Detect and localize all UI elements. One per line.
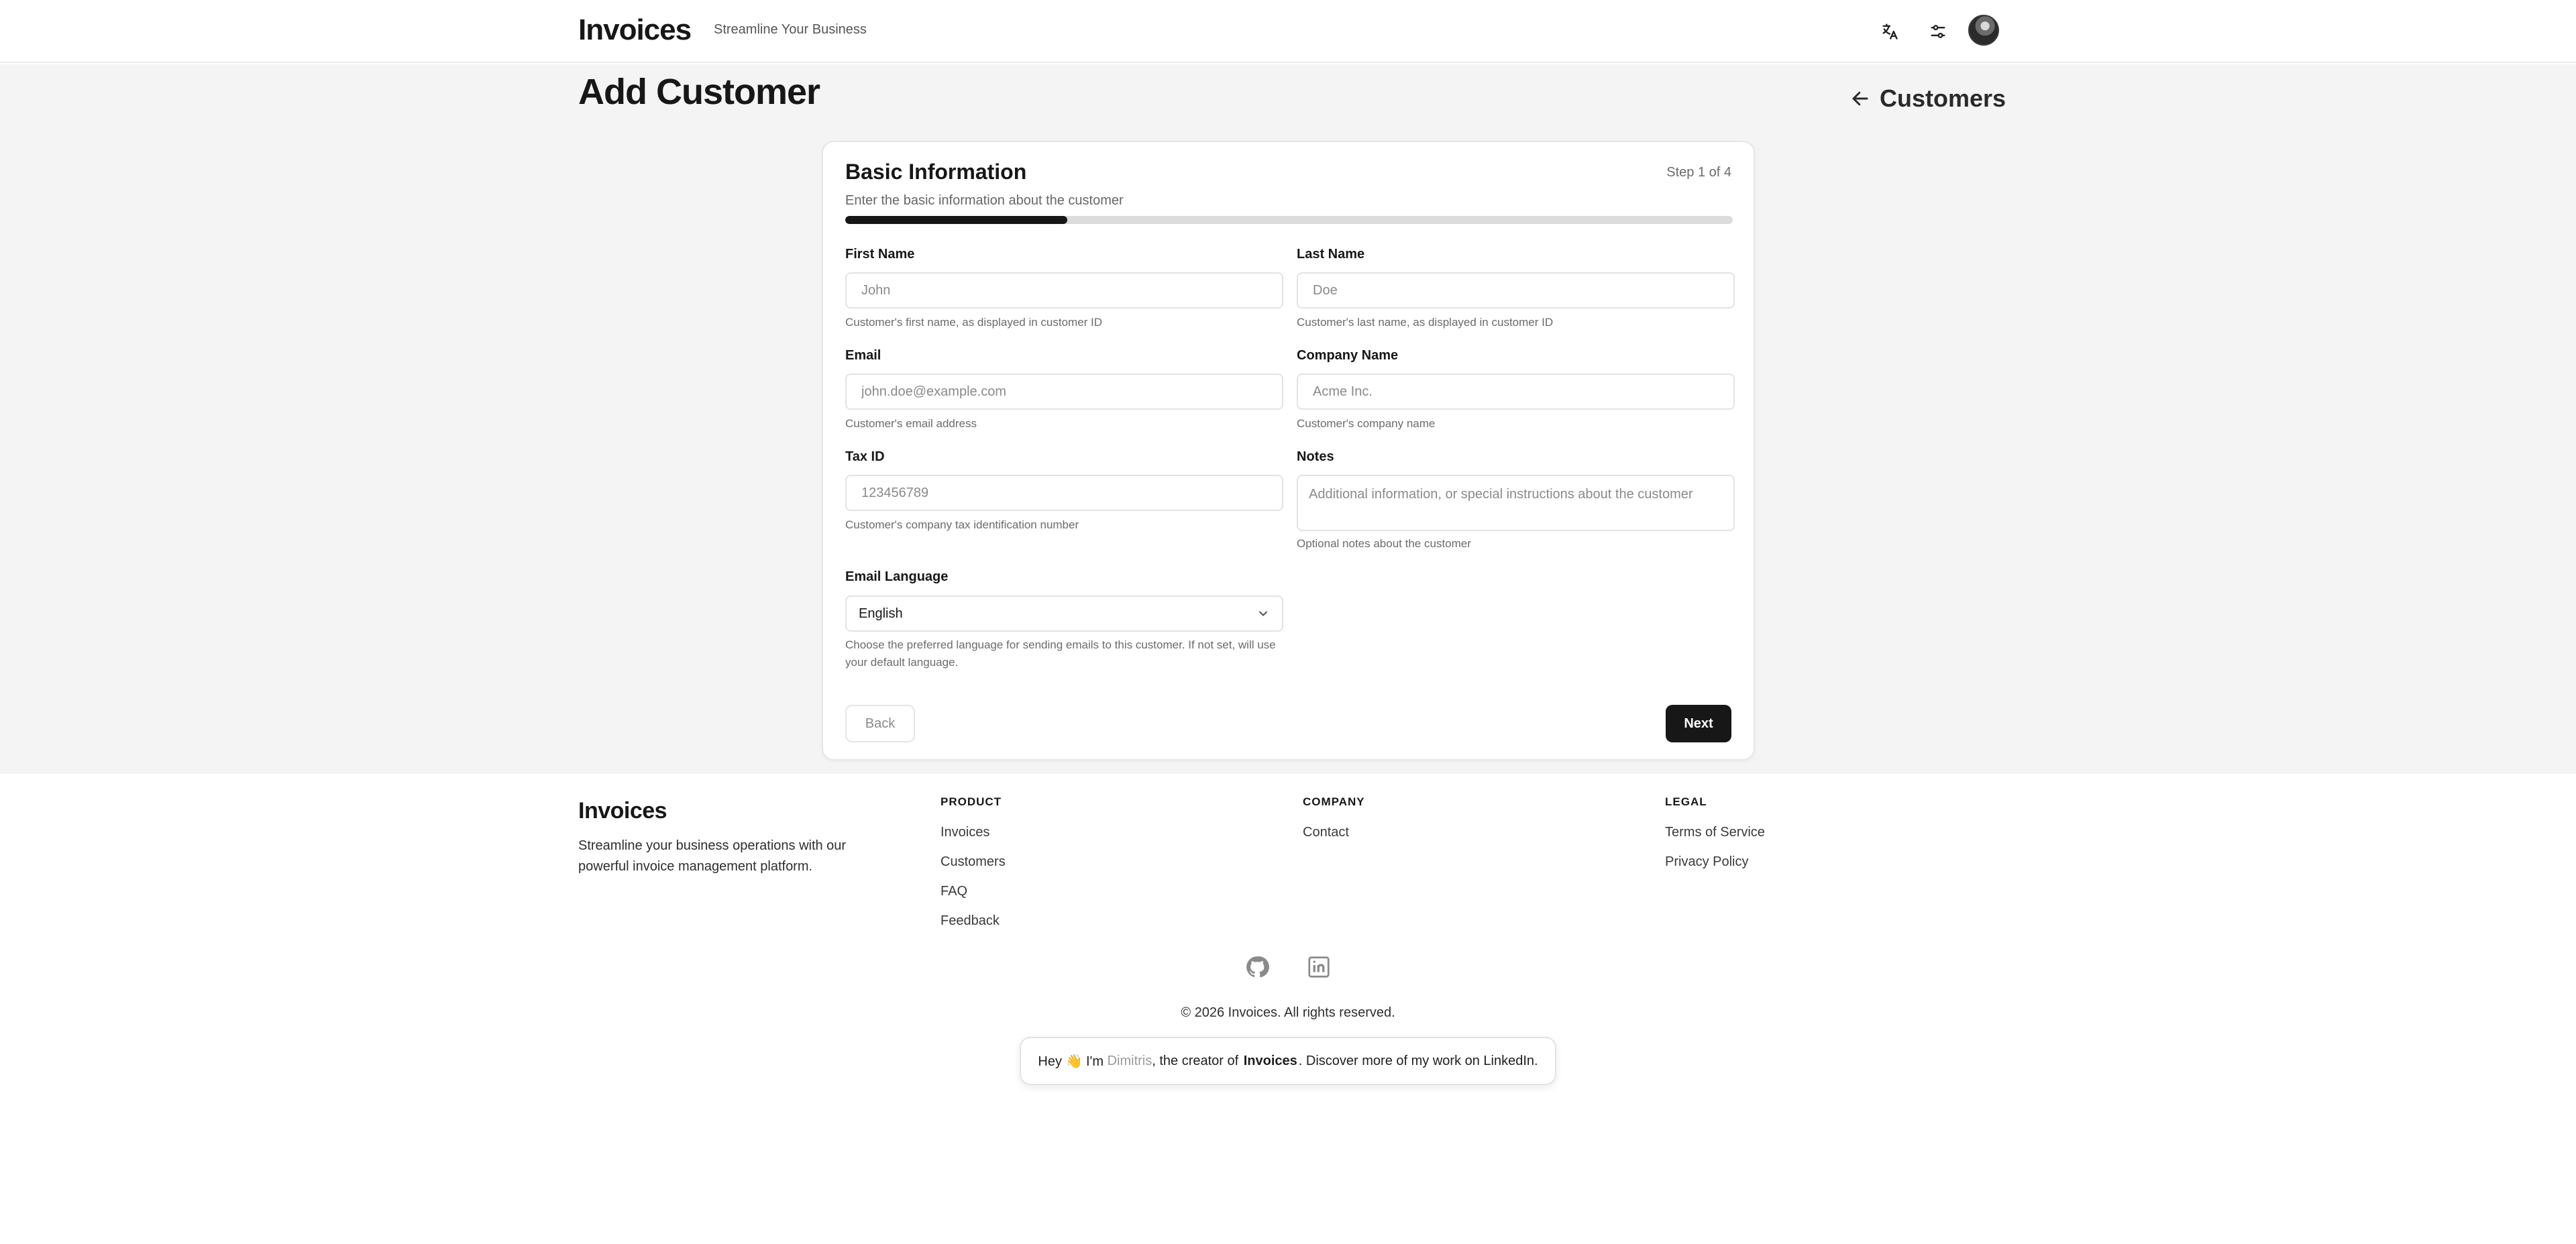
step-indicator: Step 1 of 4	[1666, 165, 1731, 180]
email-help: Customer's email address	[845, 417, 977, 430]
email-input[interactable]	[845, 374, 1283, 410]
footer-link-customers[interactable]: Customers	[941, 853, 1006, 870]
back-to-customers-link[interactable]: Customers	[1850, 82, 2006, 115]
translate-icon	[1882, 23, 1898, 40]
email-language-select[interactable]: English	[845, 596, 1283, 632]
sliders-icon	[1931, 25, 1945, 38]
brand-tagline: Streamline Your Business	[714, 22, 867, 37]
company-name-help: Customer's company name	[1297, 417, 1436, 430]
creator-middle: , the creator of	[1152, 1053, 1242, 1068]
back-link-label: Customers	[1880, 84, 2006, 112]
last-name-help: Customer's last name, as displayed in cu…	[1297, 316, 1554, 329]
creator-banner[interactable]: Hey 👋 I'm Dimitris , the creator of Invo…	[1020, 1037, 1556, 1085]
footer-link-privacy[interactable]: Privacy Policy	[1665, 853, 1765, 870]
tax-id-label: Tax ID	[845, 449, 885, 464]
step-progress-bar	[845, 216, 1733, 224]
last-name-label: Last Name	[1297, 247, 1365, 262]
footer-link-invoices[interactable]: Invoices	[941, 824, 1006, 841]
first-name-help: Customer's first name, as displayed in c…	[845, 316, 1103, 329]
footer-heading-company: COMPANY	[1303, 795, 1365, 808]
footer-link-terms[interactable]: Terms of Service	[1665, 824, 1765, 841]
settings-button[interactable]	[1923, 16, 1953, 47]
footer-link-feedback[interactable]: Feedback	[941, 912, 1006, 929]
next-button[interactable]: Next	[1666, 705, 1731, 742]
company-name-label: Company Name	[1297, 348, 1399, 363]
email-language-help: Choose the preferred language for sendin…	[845, 638, 1276, 669]
footer-heading-legal: LEGAL	[1665, 795, 1707, 808]
first-name-input[interactable]	[845, 272, 1283, 308]
linkedin-link[interactable]	[1307, 955, 1331, 979]
main-content: Add Customer Customers Basic Information…	[0, 64, 2576, 774]
user-avatar[interactable]	[1968, 15, 1999, 46]
email-label: Email	[845, 348, 881, 363]
arrow-left-icon	[1852, 91, 1868, 106]
copyright-text: © 2026 Invoices. All rights reserved.	[1181, 1005, 1395, 1020]
site-footer: Invoices Streamline your business operat…	[0, 774, 2576, 1244]
footer-column-company: COMPANY Contact	[1303, 795, 1365, 853]
form-section-title: Basic Information	[845, 160, 1027, 184]
github-icon	[1246, 956, 1269, 978]
brand-logo[interactable]: Invoices	[578, 13, 692, 47]
creator-name: Dimitris	[1107, 1053, 1152, 1068]
chevron-down-icon	[1259, 611, 1267, 616]
notes-textarea[interactable]	[1297, 475, 1735, 531]
footer-description: Streamline your business operations with…	[578, 838, 847, 874]
footer-column-product: PRODUCT Invoices Customers FAQ Feedback	[941, 795, 1006, 942]
back-button[interactable]: Back	[845, 705, 915, 742]
form-section-description: Enter the basic information about the cu…	[845, 193, 1124, 208]
footer-heading-product: PRODUCT	[941, 795, 1002, 808]
email-language-label: Email Language	[845, 569, 949, 584]
footer-column-legal: LEGAL Terms of Service Privacy Policy	[1665, 795, 1765, 883]
step-progress-fill	[845, 216, 1067, 224]
creator-product: Invoices	[1243, 1053, 1297, 1068]
first-name-label: First Name	[845, 247, 915, 262]
notes-label: Notes	[1297, 449, 1334, 464]
customer-form-card: Basic Information Step 1 of 4 Enter the …	[822, 141, 1755, 760]
creator-prefix: Hey 👋 I'm	[1038, 1054, 1108, 1069]
creator-suffix: . Discover more of my work on LinkedIn.	[1298, 1053, 1538, 1068]
footer-link-faq[interactable]: FAQ	[941, 883, 1006, 900]
footer-brand[interactable]: Invoices	[578, 798, 667, 824]
page-title: Add Customer	[578, 72, 820, 112]
github-link[interactable]	[1245, 955, 1269, 979]
email-language-value: English	[859, 606, 903, 621]
footer-link-contact[interactable]: Contact	[1303, 824, 1365, 841]
company-name-input[interactable]	[1297, 374, 1735, 410]
tax-id-input[interactable]	[845, 475, 1283, 511]
tax-id-help: Customer's company tax identification nu…	[845, 518, 1079, 531]
last-name-input[interactable]	[1297, 272, 1735, 308]
top-navbar: Invoices Streamline Your Business	[0, 0, 2576, 63]
linkedin-icon	[1308, 956, 1330, 978]
notes-help: Optional notes about the customer	[1297, 537, 1471, 550]
language-switch-button[interactable]	[1874, 16, 1905, 47]
